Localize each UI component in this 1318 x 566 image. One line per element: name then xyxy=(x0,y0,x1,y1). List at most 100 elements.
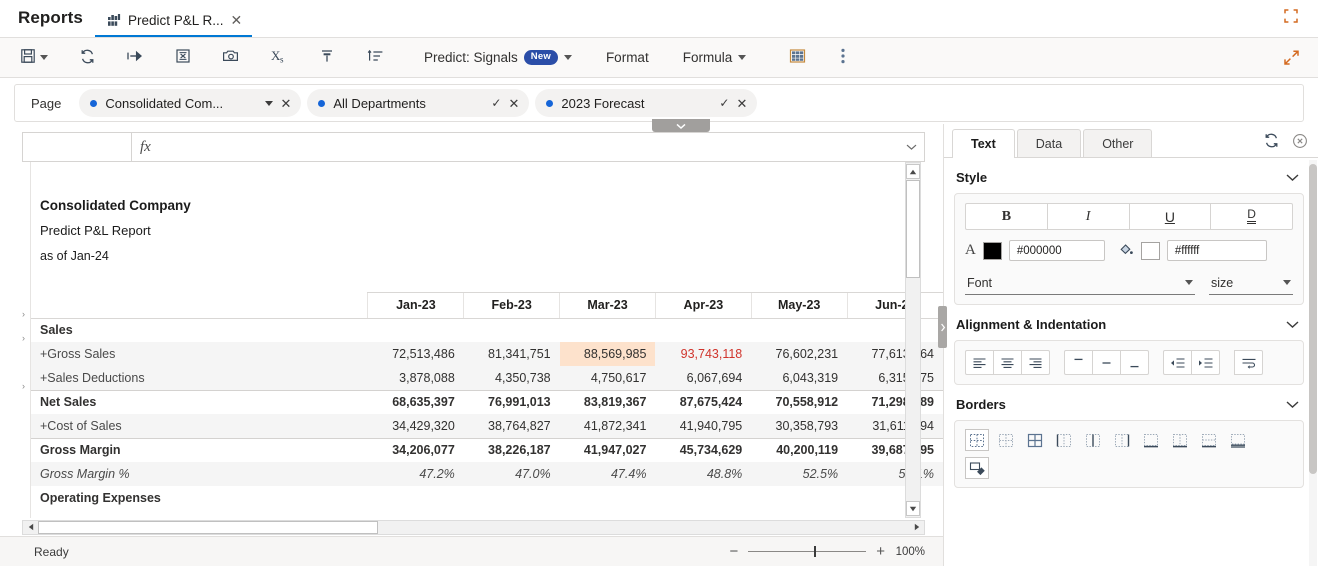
export-excel-button[interactable] xyxy=(168,43,198,73)
border-left-icon[interactable] xyxy=(1052,429,1076,451)
cell[interactable]: 40,200,119 xyxy=(751,437,848,462)
panel-scrollbar[interactable] xyxy=(1309,160,1317,566)
cell[interactable] xyxy=(464,486,560,510)
row-expander-icon[interactable]: › xyxy=(22,382,25,391)
cell[interactable] xyxy=(847,486,943,510)
column-header[interactable]: Feb-23 xyxy=(463,291,560,319)
zoom-slider-handle[interactable] xyxy=(814,546,817,557)
align-top-icon[interactable] xyxy=(1064,350,1093,375)
column-header[interactable]: Apr-23 xyxy=(654,291,752,319)
table-row[interactable]: Gross Margin % 47.2% 47.0% 47.4% 48.8% 5… xyxy=(31,462,943,486)
format-painter-button[interactable] xyxy=(312,43,342,73)
column-header[interactable]: Jun-23 xyxy=(846,291,943,319)
font-color-hex[interactable]: #000000 xyxy=(1008,240,1105,261)
align-left-icon[interactable] xyxy=(965,350,994,375)
alignment-section-header[interactable]: Alignment & Indentation xyxy=(954,305,1304,340)
cell[interactable]: 81,341,751 xyxy=(464,342,560,366)
table-row[interactable]: Gross Margin 34,206,077 38,226,187 41,94… xyxy=(31,437,943,462)
cell[interactable] xyxy=(560,486,656,510)
name-box[interactable] xyxy=(22,132,132,162)
double-underline-button[interactable]: D xyxy=(1210,203,1293,230)
bold-button[interactable]: B xyxy=(965,203,1048,230)
chevron-down-icon[interactable] xyxy=(1285,397,1300,412)
predict-signals-menu[interactable]: Predict: Signals New xyxy=(416,43,580,73)
sort-button[interactable] xyxy=(360,43,390,73)
cell[interactable] xyxy=(655,486,751,510)
cell[interactable]: 52.5% xyxy=(751,462,847,486)
cell[interactable]: 45,734,629 xyxy=(655,437,752,462)
cell[interactable]: 83,819,367 xyxy=(559,389,656,414)
cell[interactable]: 6,067,694 xyxy=(655,366,751,390)
cell[interactable]: 70,558,912 xyxy=(751,389,848,414)
cell[interactable]: 47.0% xyxy=(464,462,560,486)
border-bottom-icon[interactable] xyxy=(1139,429,1163,451)
horizontal-scrollbar[interactable] xyxy=(22,519,925,535)
publish-button[interactable] xyxy=(120,43,150,73)
borders-section-header[interactable]: Borders xyxy=(954,385,1304,420)
border-all-dotted-icon[interactable] xyxy=(994,429,1018,451)
cell[interactable] xyxy=(368,318,464,342)
vertical-scrollbar[interactable] xyxy=(905,162,921,518)
cell-highlighted[interactable]: 88,569,985 xyxy=(559,342,656,366)
align-middle-icon[interactable] xyxy=(1092,350,1121,375)
cell[interactable]: 41,940,795 xyxy=(655,414,751,438)
filter-chip-entity[interactable]: Consolidated Com... ✕ xyxy=(79,89,302,117)
font-color-swatch[interactable] xyxy=(982,241,1002,260)
font-family-select[interactable]: Font xyxy=(965,273,1195,295)
zoom-slider[interactable] xyxy=(748,546,867,557)
cell[interactable]: 41,947,027 xyxy=(559,437,656,462)
format-menu[interactable]: Format xyxy=(598,43,657,73)
refresh-icon[interactable] xyxy=(1263,132,1280,152)
cell[interactable]: 6,043,319 xyxy=(751,366,847,390)
align-bottom-icon[interactable] xyxy=(1120,350,1149,375)
cell[interactable] xyxy=(751,318,847,342)
table-row[interactable]: Sales xyxy=(31,318,943,342)
increase-indent-icon[interactable] xyxy=(1191,350,1220,375)
tab-other[interactable]: Other xyxy=(1083,129,1153,157)
cell[interactable]: 51.1% xyxy=(847,462,943,486)
cell[interactable]: 68,635,397 xyxy=(367,389,464,414)
cell[interactable] xyxy=(847,318,943,342)
grid-toggle-button[interactable] xyxy=(782,43,812,73)
border-all-icon[interactable] xyxy=(1023,429,1047,451)
underline-button[interactable]: U xyxy=(1128,203,1212,230)
cell[interactable] xyxy=(751,486,847,510)
close-circle-icon[interactable] xyxy=(1292,133,1308,152)
cell[interactable]: 87,675,424 xyxy=(655,389,752,414)
column-header[interactable]: May-23 xyxy=(750,291,848,319)
table-row[interactable]: +Gross Sales 72,513,486 81,341,751 88,56… xyxy=(31,342,943,366)
table-row[interactable]: Operating Expenses xyxy=(31,486,943,510)
scroll-left-button[interactable] xyxy=(23,521,38,534)
close-icon[interactable]: ✕ xyxy=(230,13,242,27)
pane-splitter-handle[interactable] xyxy=(938,306,947,348)
zoom-in-button[interactable]: + xyxy=(876,544,885,559)
align-center-icon[interactable] xyxy=(993,350,1022,375)
formula-input-wrap[interactable]: fx xyxy=(132,132,925,162)
row-expander-icon[interactable]: › xyxy=(22,334,25,343)
cell[interactable]: 76,602,231 xyxy=(751,342,847,366)
spreadsheet-grid[interactable]: Consolidated Company Predict P&L Report … xyxy=(30,162,943,518)
chevron-down-icon[interactable] xyxy=(905,140,918,155)
cell[interactable]: 31,611,094 xyxy=(847,414,943,438)
table-row[interactable]: Net Sales 68,635,397 76,991,013 83,819,3… xyxy=(31,389,943,414)
cell[interactable] xyxy=(464,318,560,342)
decrease-indent-icon[interactable] xyxy=(1163,350,1192,375)
border-inner-icon[interactable] xyxy=(1197,429,1221,451)
font-size-select[interactable]: size xyxy=(1209,273,1293,295)
snapshot-button[interactable] xyxy=(216,43,246,73)
zoom-out-button[interactable]: − xyxy=(729,544,738,559)
cell[interactable]: 38,226,187 xyxy=(463,437,560,462)
more-options-button[interactable] xyxy=(828,43,858,73)
cell[interactable]: 77,613,464 xyxy=(847,342,943,366)
column-header[interactable]: Mar-23 xyxy=(559,291,656,319)
border-right-icon[interactable] xyxy=(1110,429,1134,451)
refresh-button[interactable] xyxy=(72,43,102,73)
formula-menu[interactable]: Formula xyxy=(675,43,755,73)
italic-button[interactable]: I xyxy=(1046,203,1130,230)
fill-color-swatch[interactable] xyxy=(1140,241,1160,260)
cell[interactable]: 72,513,486 xyxy=(368,342,464,366)
align-right-icon[interactable] xyxy=(1021,350,1050,375)
cell[interactable]: 47.4% xyxy=(560,462,656,486)
vertical-scroll-thumb[interactable] xyxy=(906,180,920,278)
cell[interactable]: 38,764,827 xyxy=(464,414,560,438)
